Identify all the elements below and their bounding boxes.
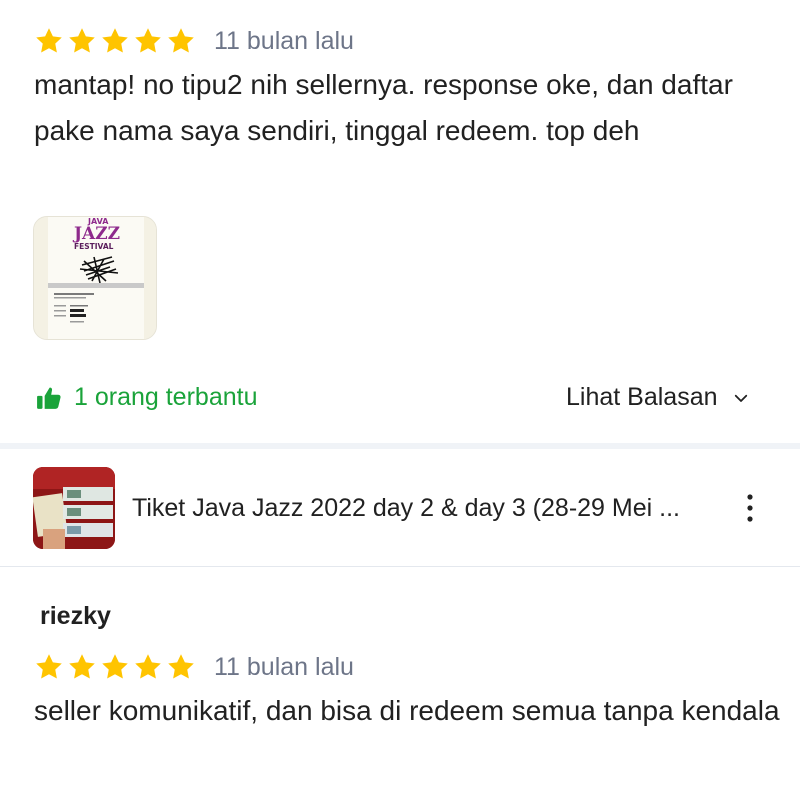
helpful-button[interactable]: 1 orang terbantu [36,383,257,412]
thumbs-up-icon [37,387,61,409]
section-divider [0,443,800,449]
view-replies-button[interactable]: Lihat Balasan [566,383,750,412]
reviewer-name: riezky [40,602,111,630]
star-icon [135,28,161,53]
more-vertical-icon [747,494,753,522]
star-icon [168,654,194,679]
star-icon [102,28,128,53]
row-divider [0,566,800,567]
star-icon [36,28,62,53]
product-image [33,467,115,549]
view-replies-label: Lihat Balasan [566,383,718,411]
star-icon [168,28,194,53]
logo-line-2: JAZZ [72,224,120,244]
product-title[interactable]: Tiket Java Jazz 2022 day 2 & day 3 (28-2… [132,494,680,523]
logo-line-3: FESTIVAL [74,242,114,251]
ticket-photo-image: JAVA JAZZ FESTIVAL [34,217,156,339]
star-icon [102,654,128,679]
review-1-rating [34,26,196,56]
review-1-text: mantap! no tipu2 nih sellernya. response… [34,69,733,146]
product-thumbnail[interactable] [33,467,115,549]
helpful-count-text: 1 orang terbantu [74,383,258,411]
review-2-time: 11 bulan lalu [214,653,354,681]
star-icon [135,654,161,679]
more-options-button[interactable] [738,490,762,526]
review-2-text: seller komunikatif, dan bisa di redeem s… [34,695,780,726]
chevron-down-icon [734,394,747,402]
review-1-time: 11 bulan lalu [214,27,354,55]
review-2-rating [34,652,196,682]
star-icon [36,654,62,679]
star-icon [69,28,95,53]
star-icon [69,654,95,679]
review-1-photo[interactable]: JAVA JAZZ FESTIVAL [33,216,157,340]
